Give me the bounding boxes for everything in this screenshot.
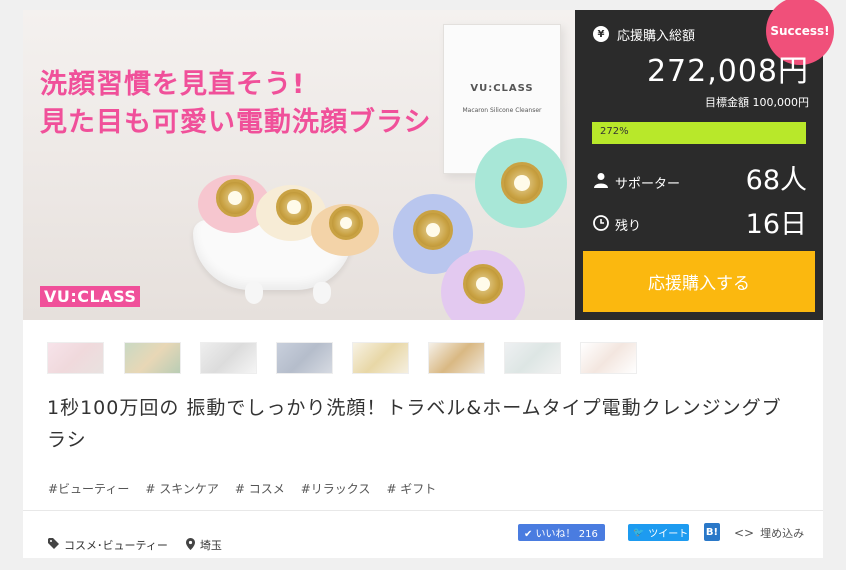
funding-sidebar: Success! ¥ 応援購入総額 272,008円 目標金額 100,000円… [575,0,831,320]
thumbnail[interactable] [47,342,104,374]
thumbnail[interactable] [276,342,333,374]
tweet-label: ツイート [648,529,689,540]
box-brand: VU:CLASS [470,83,534,94]
mint-device [475,138,567,228]
facebook-like-button[interactable]: ✔ いいね！ 216 [518,524,605,541]
box-product-name: Macaron Silicone Cleanser [462,107,542,114]
remaining-label: 残り [615,219,642,234]
category-link[interactable]: コスメ･ビューティー [64,537,168,553]
total-label: 応援購入総額 [617,29,696,44]
code-icon: <> [734,526,755,540]
twitter-bird-icon: 🐦 [633,527,645,538]
gold-ring [413,210,453,250]
tag-gift[interactable]: # ギフト [386,480,436,497]
support-purchase-button[interactable]: 応援購入する [583,251,815,312]
user-icon [593,172,609,188]
tag-icon [48,538,59,552]
supporters-value: 68人 [745,165,807,196]
brand-logo: VU:CLASS [40,286,141,307]
lavender-device [441,250,525,320]
thumbnail[interactable] [352,342,409,374]
location-pin-icon [185,537,195,553]
progress-bar: 272% [592,122,806,144]
tag-beauty[interactable]: #ビューティー [48,480,129,497]
goal-amount: 目標金額 100,000円 [705,96,809,109]
clock-icon [593,215,609,231]
divider [23,510,823,511]
tub-foot [313,282,331,304]
tag-list: #ビューティー # スキンケア # コスメ #リラックス # ギフト [48,480,452,497]
yen-icon: ¥ [593,26,609,42]
embed-button[interactable]: <> 埋め込み [734,525,804,541]
total-amount: 272,008円 [646,54,809,89]
tub-foot [245,282,263,304]
hatena-bookmark-button[interactable]: B! [704,523,720,541]
hero-image[interactable]: 洗顔習慣を見直そう! 見た目も可愛い電動洗顔ブラシ VU:CLASS Macar… [23,10,575,320]
tweet-button[interactable]: 🐦 ツイート [628,524,689,541]
embed-label: 埋め込み [760,527,805,540]
tag-relax[interactable]: #リラックス [301,480,371,497]
project-meta: コスメ･ビューティー 埼玉 [48,537,222,553]
supporters-label: サポーター [615,177,681,192]
tag-skincare[interactable]: # スキンケア [145,480,219,497]
gold-ring [216,179,254,217]
gold-ring [463,264,503,304]
hero-headline-line2: 見た目も可愛い電動洗顔ブラシ [40,107,432,138]
thumbnail[interactable] [504,342,561,374]
tag-cosmetics[interactable]: # コスメ [235,480,285,497]
peach-device [311,204,379,256]
gold-ring [329,206,363,240]
project-card: 洗顔習慣を見直そう! 見た目も可愛い電動洗顔ブラシ VU:CLASS Macar… [23,0,831,558]
location-link[interactable]: 埼玉 [200,537,222,553]
thumbnail[interactable] [580,342,637,374]
thumbnail[interactable] [200,342,257,374]
thumbnail[interactable] [124,342,181,374]
gold-ring [501,162,543,204]
thumbnail[interactable] [428,342,485,374]
hero-headline-line1: 洗顔習慣を見直そう! [40,69,306,100]
gold-ring [276,189,312,225]
progress-text: 272% [600,126,629,137]
remaining-value: 16日 [745,209,807,240]
project-title: 1秒100万回の 振動でしっかり洗顔！トラベル&ホームタイプ電動クレンジングブラ… [47,397,782,451]
